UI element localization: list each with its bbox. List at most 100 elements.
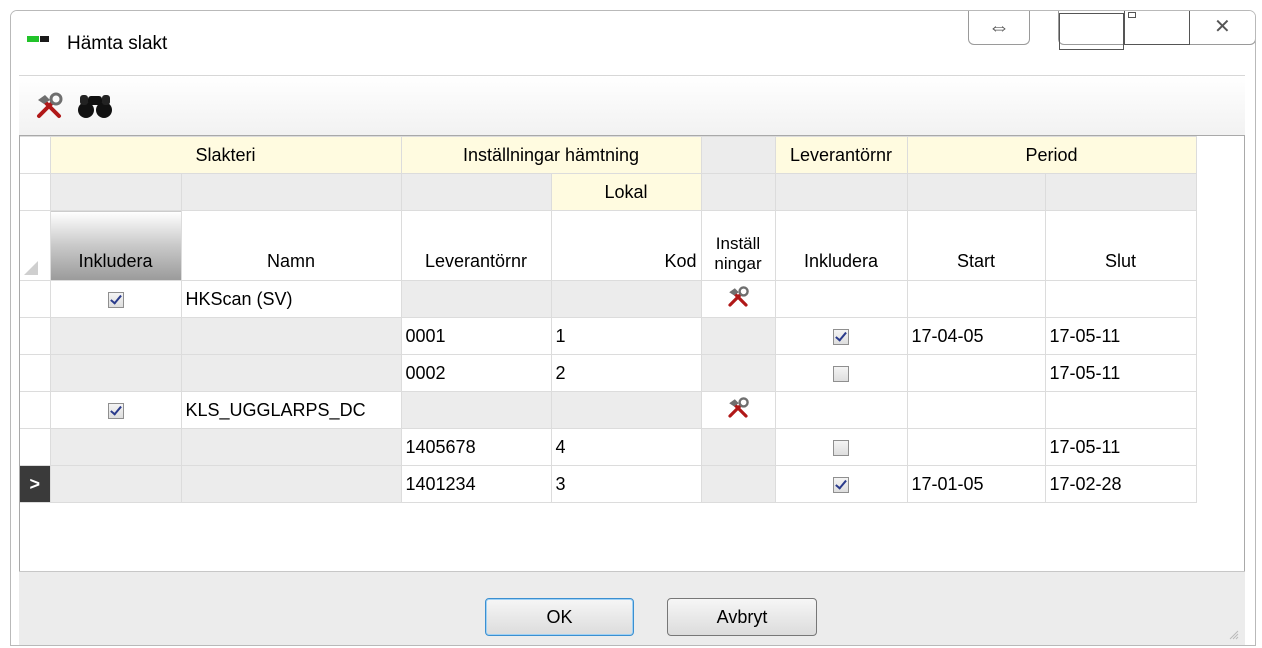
row-header[interactable] [20, 317, 51, 355]
column-header-kod[interactable]: Kod [550, 210, 702, 281]
cell-start[interactable] [906, 428, 1046, 466]
table-row-current[interactable]: > 1401234 3 17-01-05 17-02-28 [20, 465, 1197, 503]
ok-button[interactable]: OK [485, 598, 634, 636]
cell-inkludera[interactable] [49, 317, 182, 355]
cell-start[interactable]: 17-01-05 [906, 465, 1046, 503]
sub-header-row: Lokal [20, 173, 1197, 211]
column-header-namn[interactable]: Namn [180, 210, 402, 281]
table-row[interactable]: 0002 2 17-05-11 [20, 354, 1197, 392]
cell-namn[interactable] [180, 428, 402, 466]
row-header[interactable] [20, 280, 51, 318]
select-all-corner[interactable] [20, 210, 51, 281]
lev-include-checkbox-cell[interactable] [774, 354, 908, 392]
settings-cell[interactable] [700, 317, 776, 355]
column-header-row: Inkludera Namn Leverantörnr Kod Inställ … [20, 210, 1197, 281]
cell-start[interactable] [906, 391, 1046, 429]
cell-leverantornr[interactable]: 1405678 [400, 428, 552, 466]
lev-include-checkbox-cell[interactable] [774, 428, 908, 466]
settings-cell[interactable] [700, 280, 776, 318]
column-header-start[interactable]: Start [906, 210, 1046, 281]
lev-include-checkbox[interactable] [833, 365, 849, 382]
group-header-installningar: Inställningar hämtning [400, 136, 702, 174]
lev-include-checkbox[interactable] [833, 476, 849, 493]
cell-kod[interactable]: 2 [550, 354, 702, 392]
cancel-button[interactable]: Avbryt [667, 598, 817, 636]
group-header-blank [700, 136, 776, 174]
cell-namn[interactable] [180, 317, 402, 355]
column-header-inkludera-lev[interactable]: Inkludera [774, 210, 908, 281]
cell-kod[interactable]: 4 [550, 428, 702, 466]
lev-include-checkbox-cell[interactable] [774, 317, 908, 355]
cell-start[interactable] [906, 280, 1046, 318]
cell-start[interactable] [906, 354, 1046, 392]
resize-grip-icon[interactable] [1229, 630, 1239, 640]
column-header-installningar[interactable]: Inställ ningar [700, 210, 776, 281]
minimize-icon [1059, 13, 1125, 50]
window-title: Hämta slakt [67, 33, 168, 54]
cell-kod[interactable] [550, 391, 702, 429]
cell-slut[interactable]: 17-05-11 [1044, 317, 1197, 355]
column-header-inkludera[interactable]: Inkludera [49, 210, 182, 281]
cell-namn[interactable] [180, 465, 402, 503]
maximize-button[interactable] [1124, 11, 1190, 45]
cell-kod[interactable]: 3 [550, 465, 702, 503]
cell-inkludera[interactable] [49, 354, 182, 392]
settings-cell[interactable] [700, 354, 776, 392]
row-header[interactable] [20, 354, 51, 392]
sub-header-cell [1044, 173, 1197, 211]
cell-inkludera[interactable] [49, 465, 182, 503]
search-binoculars-button[interactable] [75, 88, 115, 124]
settings-tools-icon[interactable] [726, 285, 750, 309]
include-checkbox-cell[interactable] [49, 280, 182, 318]
cell-leverantornr[interactable]: 0001 [400, 317, 552, 355]
sub-header-cell [906, 173, 1046, 211]
cell-leverantornr[interactable]: 0002 [400, 354, 552, 392]
include-checkbox[interactable] [107, 402, 124, 419]
settings-cell[interactable] [700, 428, 776, 466]
lev-include-checkbox-cell[interactable] [774, 465, 908, 503]
table-row[interactable]: 1405678 4 17-05-11 [20, 428, 1197, 466]
cell-inkludera-lev[interactable] [774, 280, 908, 318]
cell-kod[interactable] [550, 280, 702, 318]
close-button[interactable]: ✕ [1190, 11, 1255, 44]
cell-slut[interactable]: 17-05-11 [1044, 428, 1197, 466]
dialog-window: Hämta slakt ⇔ ✕ Slakteri Inställningar h… [10, 10, 1256, 646]
cell-namn[interactable] [180, 354, 402, 392]
settings-cell[interactable] [700, 465, 776, 503]
settings-tools-button[interactable] [29, 88, 69, 124]
cell-slut[interactable]: 17-05-11 [1044, 354, 1197, 392]
cell-slut[interactable]: 17-02-28 [1044, 465, 1197, 503]
current-row-indicator[interactable]: > [20, 465, 51, 503]
resize-arrows-button[interactable]: ⇔ [968, 11, 1030, 45]
cell-leverantornr[interactable] [400, 391, 552, 429]
cell-start[interactable]: 17-04-05 [906, 317, 1046, 355]
row-header[interactable] [20, 428, 51, 466]
lev-include-checkbox[interactable] [833, 439, 849, 456]
binoculars-icon [78, 95, 112, 118]
cell-slut[interactable] [1044, 280, 1197, 318]
cell-namn[interactable]: HKScan (SV) [180, 280, 402, 318]
table-row[interactable]: KLS_UGGLARPS_DC [20, 391, 1197, 429]
include-checkbox-cell[interactable] [49, 391, 182, 429]
group-header-period: Period [906, 136, 1197, 174]
sub-header-lokal: Lokal [550, 173, 702, 211]
corner-triangle-icon [24, 261, 38, 275]
column-header-slut[interactable]: Slut [1044, 210, 1197, 281]
settings-cell[interactable] [700, 391, 776, 429]
cell-inkludera-lev[interactable] [774, 391, 908, 429]
cell-slut[interactable] [1044, 391, 1197, 429]
cell-leverantornr[interactable]: 1401234 [400, 465, 552, 503]
cell-namn[interactable]: KLS_UGGLARPS_DC [180, 391, 402, 429]
cell-leverantornr[interactable] [400, 280, 552, 318]
minimize-button[interactable] [1059, 11, 1125, 50]
column-header-leverantornr[interactable]: Leverantörnr [400, 210, 552, 281]
table-row[interactable]: 0001 1 17-04-05 17-05-11 [20, 317, 1197, 355]
cell-kod[interactable]: 1 [550, 317, 702, 355]
table-row[interactable]: HKScan (SV) [20, 280, 1197, 318]
lev-include-checkbox[interactable] [833, 328, 849, 345]
include-checkbox[interactable] [107, 291, 124, 308]
cell-inkludera[interactable] [49, 428, 182, 466]
row-header[interactable] [20, 391, 51, 429]
settings-tools-icon[interactable] [726, 396, 750, 420]
maximize-icon [1124, 11, 1190, 45]
